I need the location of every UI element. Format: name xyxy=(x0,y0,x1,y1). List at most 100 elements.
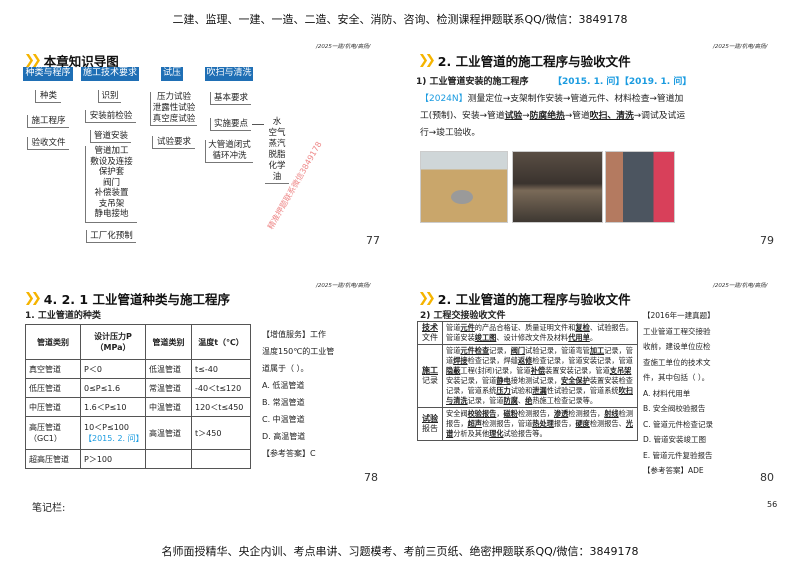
table-cell: t＞450 xyxy=(191,416,251,450)
text-segment: 【2024N】 xyxy=(420,94,468,104)
line-text: 道属于（ ）。 xyxy=(262,364,309,373)
key-term: 渗透 xyxy=(553,409,569,418)
key-term: 校验报告 xyxy=(467,409,497,418)
key-term: 超声 xyxy=(467,419,482,428)
key-term: 补偿 xyxy=(530,366,546,375)
text-segment: 试验和 xyxy=(510,386,533,395)
text-segment: 、设计修改文件及材料 xyxy=(496,333,569,342)
cell-text: 中温管道 xyxy=(149,402,181,412)
cell-text: 中压管道 xyxy=(29,402,61,412)
line-text: B. 常温管道 xyxy=(262,398,305,407)
text-segment: 试验记录，管道弯管 xyxy=(525,346,590,355)
line-text: C. 中温管道 xyxy=(262,415,305,424)
table-cell: 中温管道 xyxy=(145,397,192,417)
slide-title: ❯❯ 2. 工业管道的施工程序与验收文件 xyxy=(418,289,631,308)
col-header: 设计压力P（MPa） xyxy=(80,324,146,360)
photo-trench xyxy=(420,151,508,223)
text-segment: 检查记录，焊缝 xyxy=(467,356,518,365)
key-term: 安全保护 xyxy=(561,376,590,385)
text-segment: 。 xyxy=(589,333,598,342)
key-term: 理化 xyxy=(489,429,504,438)
text-segment: ， xyxy=(496,409,504,418)
page-number: 77 xyxy=(366,234,380,247)
subtitle: 1) 工业管道安装的施工程序 xyxy=(416,77,529,87)
sheet-page-number: 56 xyxy=(767,500,778,509)
table-cell: 中压管道 xyxy=(25,397,81,417)
col-header: 管道类别 xyxy=(145,324,192,360)
slide-header: /2025一建/机电/高扬/ xyxy=(316,283,371,289)
map-item: 大管道闭式 循环冲洗 xyxy=(205,140,253,163)
key-term: 热处理 xyxy=(532,419,554,428)
line-text: 温度150℃的工业管 xyxy=(262,347,335,356)
text-segment: 记录， xyxy=(489,346,511,355)
text-segment: 记录，管道 xyxy=(467,396,504,405)
photo-pipe-welding xyxy=(512,151,603,223)
cell-text: 1.6＜P≤10 xyxy=(84,402,127,412)
key-term: 元件 xyxy=(460,323,475,332)
pipe-types-table: 管道类别 设计压力P（MPa） 管道类别 温度t（℃） 真空管道 P＜0 低温管道 t… xyxy=(25,324,251,469)
text-segment: 热施工检查记录等。 xyxy=(532,396,598,405)
table-cell: 高温管道 xyxy=(145,416,192,450)
map-item: 基本要求 xyxy=(210,92,251,105)
line-text: 真空度试验 xyxy=(152,114,196,124)
key-term: 压力 xyxy=(496,386,511,395)
cell-text: 真空管道 xyxy=(29,364,61,374)
table-row: 高压管道（GC1） 10＜P≤100 【2015. 2. 问】 高温管道 t＞450 xyxy=(25,416,251,450)
table-cell: 120＜t≤450 xyxy=(191,397,251,417)
title-text: 2. 工业管道的施工程序与验收文件 xyxy=(437,54,631,69)
row-content: 管道元件检查记录，阀门试验记录，管道弯管加工记录，管道 焊接检查记录，焊缝返修检查… xyxy=(442,344,638,408)
line-text: 阀门 xyxy=(102,177,120,188)
question-block: 【2016年一建真题】 工业管道工程交接验 收前，建设单位应检 查施工单位的技术文 件，… xyxy=(643,308,715,479)
text-segment: 装置安装记录，管道 xyxy=(545,366,610,375)
key-term: 加工 xyxy=(589,346,605,355)
text-segment: →管道 xyxy=(564,111,590,121)
cell-text: 120＜t≤450 xyxy=(195,402,244,412)
label-text: 施工 xyxy=(422,366,438,375)
procedure-paragraph: 【2024N】测量定位→支架制作安装→管道元件、材料检查→管道加工(预制)、安装… xyxy=(420,91,690,142)
key-term: 阀门 xyxy=(510,346,526,355)
table-cell: 超高压管道 xyxy=(25,449,81,469)
table-cell xyxy=(145,449,192,469)
row-label: 技术 文件 xyxy=(417,321,443,345)
line-text: E. 管道元件复验报告 xyxy=(643,450,713,460)
line-text: 静电接地 xyxy=(94,209,129,219)
chevron-icon: ❯❯ xyxy=(24,291,42,306)
table-cell: t≤-40 xyxy=(191,359,251,379)
table-cell: 常温管道 xyxy=(145,378,192,398)
subtitle: 2) 工程交接验收文件 xyxy=(420,311,506,321)
cell-text: P＞100 xyxy=(84,454,113,464)
cell-text: 高温管道 xyxy=(149,428,181,438)
line-text: A. 低温管道 xyxy=(262,381,305,390)
table-row: 中压管道 1.6＜P≤10 中温管道 120＜t≤450 xyxy=(25,397,251,417)
text-segment: 安全阀 xyxy=(446,409,468,418)
key-term: 防腐绝热 xyxy=(529,111,565,121)
line-text: D. 高温管道 xyxy=(262,432,306,441)
photo-pipe-wrapping xyxy=(605,151,675,223)
line-text: 查施工单位的技术文 xyxy=(643,357,711,367)
label-text: 报告 xyxy=(422,424,438,433)
arrow-line xyxy=(252,124,264,125)
notes-label: 笔记栏: xyxy=(32,503,66,514)
slide-title: ❯❯ 4. 2. 1 工业管道种类与施工程序 xyxy=(24,289,230,308)
table-row: 施工 记录 管道元件检查记录，阀门试验记录，管道弯管加工记录，管道焊接检查记录，焊缝… xyxy=(417,344,638,408)
table-cell: -40＜t≤120 xyxy=(191,378,251,398)
line-text: 【参考答案】C xyxy=(262,449,316,458)
cell-text: 低压管道 xyxy=(29,383,61,393)
map-item: 试验要求 xyxy=(152,136,195,149)
text-segment: 分析及其他 xyxy=(453,429,490,438)
line-text: 大管道闭式 xyxy=(208,140,251,150)
exam-tag: 【2015. 2. 问】 xyxy=(84,434,144,443)
text-segment: 试验报告等。 xyxy=(503,429,547,438)
row-label: 试验 报告 xyxy=(417,407,443,441)
col-header: 温度t（℃） xyxy=(191,324,251,360)
line-text: 补偿装置 xyxy=(94,188,129,198)
map-item: 验收文件 xyxy=(27,137,69,150)
cell-text: t＞450 xyxy=(195,428,222,438)
table-cell: 低温管道 xyxy=(145,359,192,379)
label-text: 文件 xyxy=(422,333,438,342)
top-banner: 二建、监理、一建、一造、二造、安全、消防、咨询、检测课程押题联系QQ/微信：38… xyxy=(172,13,628,26)
row-content: 管道元件的产品合格证、质量证明文件和复检、试验报告。管道安装竣工图、设计修改文件… xyxy=(442,321,638,345)
col-header: 管道类别 xyxy=(25,324,81,360)
cell-text: 低温管道 xyxy=(149,364,181,374)
table-row: 超高压管道 P＞100 xyxy=(25,449,251,469)
